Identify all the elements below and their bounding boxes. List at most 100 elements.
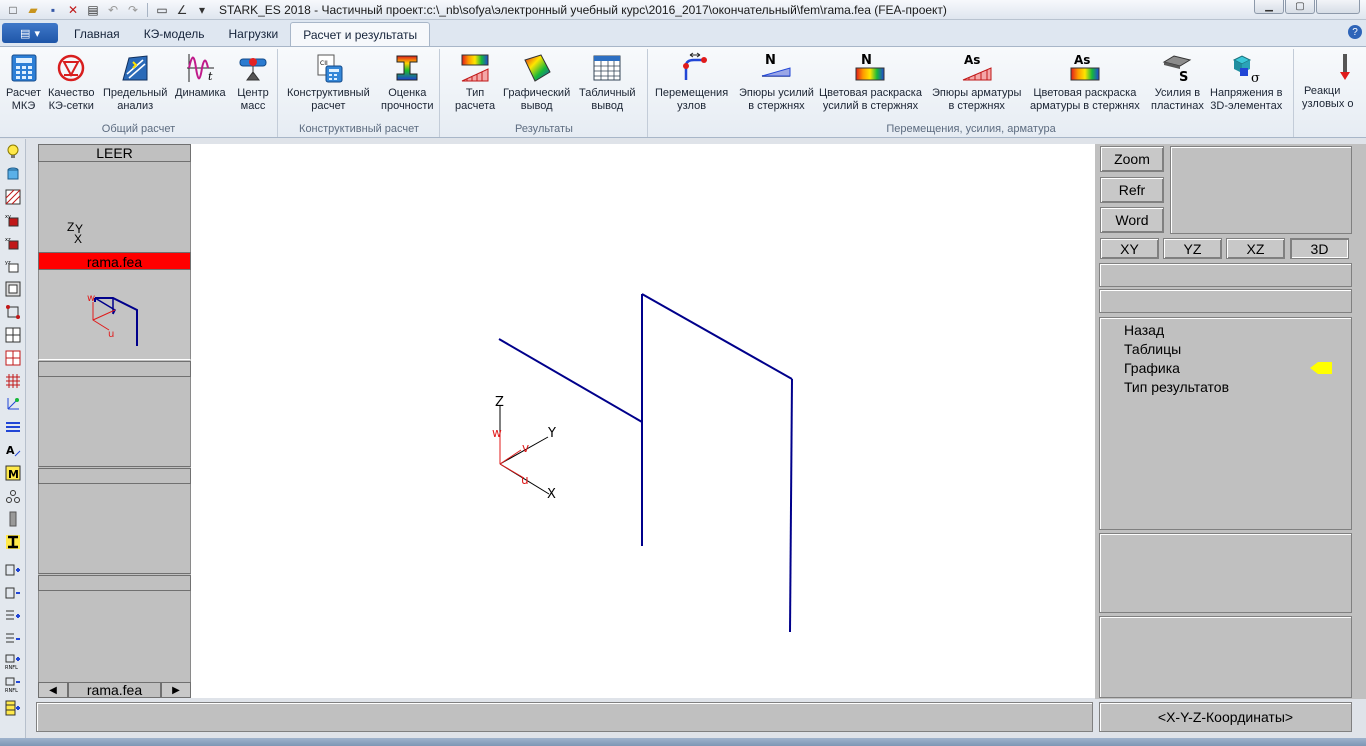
ribbon: Расчет МКЭ Качество КЭ-сетки Предельный … xyxy=(0,46,1366,138)
axes-icon[interactable] xyxy=(4,395,22,413)
mesh-quality-button[interactable]: Качество КЭ-сетки xyxy=(48,51,95,113)
ruler-icon[interactable]: ▭ xyxy=(153,2,171,18)
nodes-icon[interactable] xyxy=(4,303,22,321)
beam-left xyxy=(498,338,643,423)
links-icon[interactable] xyxy=(4,487,22,505)
redo-icon[interactable]: ↷ xyxy=(124,2,142,18)
constructive-calc-label-2: расчет xyxy=(311,100,346,112)
strength-eval-button[interactable]: Оценка прочности xyxy=(381,51,434,113)
view-xz-button[interactable]: XZ xyxy=(1226,238,1285,259)
calc-fem-button[interactable]: Расчет МКЭ xyxy=(6,51,41,113)
menu-item-result-type[interactable]: Тип результатов xyxy=(1124,379,1229,395)
stress-3d-icon: σ xyxy=(1229,51,1263,85)
help-icon[interactable]: ? xyxy=(1348,25,1362,39)
table-output-button[interactable]: Табличный вывод xyxy=(579,51,636,113)
rnfl-add-icon[interactable]: RNFL xyxy=(4,653,22,671)
tab-calc-results[interactable]: Расчет и результаты xyxy=(290,22,431,46)
close-button[interactable] xyxy=(1316,0,1360,14)
menu-item-tables[interactable]: Таблицы xyxy=(1124,341,1181,357)
input-row-2[interactable] xyxy=(1099,289,1352,313)
input-row-1[interactable] xyxy=(1099,263,1352,287)
dynamics-button[interactable]: t Динамика xyxy=(175,51,226,100)
maximize-button[interactable]: ▢ xyxy=(1285,0,1315,14)
undo-icon[interactable]: ↶ xyxy=(104,2,122,18)
lines-icon[interactable] xyxy=(4,418,22,436)
text-icon[interactable]: A xyxy=(4,441,22,459)
material-icon[interactable]: M xyxy=(4,464,22,482)
grid-add-icon[interactable] xyxy=(4,699,22,717)
node-reactions-button[interactable]: Реакци узловых о xyxy=(1298,49,1366,111)
word-button[interactable]: Word xyxy=(1100,207,1164,233)
delete-icon[interactable]: ✕ xyxy=(64,2,82,18)
menu-item-back[interactable]: Назад xyxy=(1124,322,1164,338)
panel-header[interactable]: LEER xyxy=(38,144,191,162)
leer-preview[interactable]: Z Y X xyxy=(38,162,191,252)
canvas-axis-u: u xyxy=(521,473,529,487)
rebar-diagrams-button[interactable]: As Эпюры арматуры в стержнях xyxy=(932,51,1021,113)
save-icon[interactable]: ▪ xyxy=(44,2,62,18)
add-element-icon[interactable] xyxy=(4,607,22,625)
node-displacements-button[interactable]: Перемещения узлов xyxy=(655,51,728,113)
add-node-icon[interactable] xyxy=(4,561,22,579)
view-yz-icon[interactable]: yz xyxy=(4,257,22,275)
file-menu-button[interactable]: ▤ ▾ xyxy=(2,23,58,43)
result-menu: Назад Таблицы Графика Тип результатов xyxy=(1099,317,1352,530)
rnfl-remove-icon[interactable]: RNFL xyxy=(4,676,22,694)
tab-fe-model[interactable]: КЭ-модель xyxy=(132,22,217,46)
view-xy-icon[interactable]: xy xyxy=(4,211,22,229)
remove-node-icon[interactable] xyxy=(4,584,22,602)
hatch-icon[interactable] xyxy=(4,188,22,206)
pillar-icon[interactable] xyxy=(4,510,22,528)
plate-forces-button[interactable]: S Усилия в пластинах xyxy=(1151,51,1204,113)
force-color-n-text: N xyxy=(861,53,872,68)
svg-text:yz: yz xyxy=(5,260,11,266)
force-color-button[interactable]: N Цветовая раскраска усилий в стержнях xyxy=(819,51,922,113)
graphic-output-button[interactable]: Графический вывод xyxy=(503,51,570,113)
chevron-down-icon[interactable]: ▾ xyxy=(193,2,211,18)
minimize-button[interactable]: ▁ xyxy=(1254,0,1284,14)
view-xz-icon[interactable]: xz xyxy=(4,234,22,252)
view-3d-icon[interactable] xyxy=(4,280,22,298)
grid-icon[interactable] xyxy=(4,326,22,344)
menu-item-graphics[interactable]: Графика xyxy=(1124,360,1180,376)
i-beam-icon[interactable] xyxy=(4,533,22,551)
angle-icon[interactable]: ∠ xyxy=(173,2,191,18)
calc-type-icon xyxy=(458,51,492,85)
ribbon-tabs: ▤ ▾ Главная КЭ-модель Нагрузки Расчет и р… xyxy=(0,20,1366,46)
constructive-calc-button[interactable]: CII Конструктивный расчет xyxy=(287,51,370,113)
view-xy-button[interactable]: XY xyxy=(1100,238,1159,259)
selected-file[interactable]: rama.fea xyxy=(38,252,191,270)
force-diagrams-button[interactable]: N Эпюры усилий в стержнях xyxy=(739,51,814,113)
limit-analysis-icon xyxy=(118,51,152,85)
remove-element-icon[interactable] xyxy=(4,630,22,648)
model-canvas[interactable]: Z Y X w v u xyxy=(191,144,1095,698)
refr-button[interactable]: Refr xyxy=(1100,177,1164,203)
tab-home[interactable]: Главная xyxy=(62,22,132,46)
empty-slot[interactable] xyxy=(38,377,191,467)
tab-loads[interactable]: Нагрузки xyxy=(217,22,291,46)
zoom-button[interactable]: Zoom xyxy=(1100,146,1164,172)
view-yz-button[interactable]: YZ xyxy=(1163,238,1222,259)
bulb-icon[interactable] xyxy=(4,143,22,161)
canvas-axis-v: v xyxy=(522,441,529,455)
center-mass-button[interactable]: Центр масс xyxy=(236,51,270,113)
view-3d-button[interactable]: 3D xyxy=(1290,238,1349,259)
table-output-label-1: Табличный xyxy=(579,87,636,99)
rebar-color-button[interactable]: As Цветовая раскраска арматуры в стержня… xyxy=(1030,51,1140,113)
stress-3d-button[interactable]: σ Напряжения в 3D-элементах xyxy=(1210,51,1283,113)
prev-arrow-icon[interactable]: ◀ xyxy=(38,682,68,698)
mesh-icon[interactable] xyxy=(4,372,22,390)
empty-slot[interactable] xyxy=(38,591,191,682)
node-displacements-label-2: узлов xyxy=(677,100,707,112)
open-folder-icon[interactable]: ▰ xyxy=(24,2,42,18)
rama-preview[interactable]: w u xyxy=(38,270,191,360)
empty-slot[interactable] xyxy=(38,484,191,574)
new-file-icon[interactable]: □ xyxy=(4,2,22,18)
next-arrow-icon[interactable]: ▶ xyxy=(161,682,191,698)
grid-red-icon[interactable] xyxy=(4,349,22,367)
calc-type-button[interactable]: Тип расчета xyxy=(455,51,495,113)
svg-text:RNFL: RNFL xyxy=(5,688,18,693)
properties-icon[interactable]: ▤ xyxy=(84,2,102,18)
database-icon[interactable] xyxy=(4,165,22,183)
limit-analysis-button[interactable]: Предельный анализ xyxy=(103,51,167,113)
